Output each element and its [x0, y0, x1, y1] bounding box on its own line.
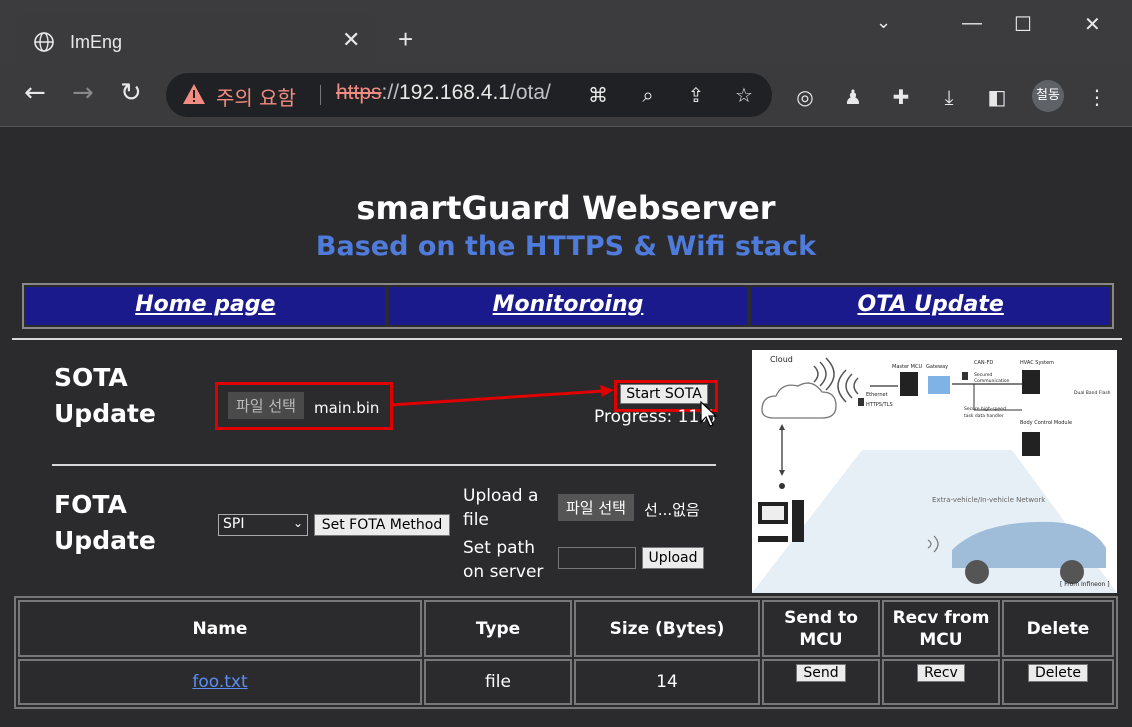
url-host: 192.168.4.1	[399, 81, 510, 104]
diagram-body-control-label: Body Control Module	[1020, 420, 1072, 426]
minimize-button[interactable]: —	[962, 12, 982, 35]
col-type: Type	[424, 600, 572, 657]
diagram-secure-high-speed-label: Secure high-speed	[964, 406, 1006, 412]
fota-file-chooser-button[interactable]: 파일 선택	[558, 494, 634, 521]
download-icon[interactable]: ⤓	[936, 84, 962, 110]
share-icon[interactable]: ⇪	[684, 83, 708, 107]
col-size: Size (Bytes)	[574, 600, 760, 657]
diagram-communication-label: Communication	[974, 378, 1010, 384]
menu-kebab-icon[interactable]: ⋮	[1084, 84, 1110, 110]
extensions-icon[interactable]: ✚	[888, 84, 914, 110]
col-recv: Recv from MCU	[882, 600, 1000, 657]
arrow-annotation	[390, 385, 614, 407]
divider	[12, 338, 1122, 340]
col-name: Name	[18, 600, 422, 657]
address-divider	[320, 85, 321, 105]
cell-recv: Recv	[882, 659, 1000, 705]
table-header-row: Name Type Size (Bytes) Send to MCU Recv …	[18, 600, 1114, 657]
server-path-label: Set path on server	[463, 538, 544, 582]
diagram-ethernet-label: Ethernet	[866, 392, 888, 398]
sota-progress: Progress: 11%	[594, 407, 716, 427]
nav-bar: Home page Monitoroing OTA Update	[22, 283, 1114, 329]
bookmark-star-icon[interactable]: ☆	[732, 83, 756, 107]
tab-title: ImEng	[70, 32, 123, 52]
file-link[interactable]: foo.txt	[192, 672, 247, 692]
sota-file-name: main.bin	[314, 399, 380, 417]
cell-name: foo.txt	[18, 659, 422, 705]
diagram-https-label: HTTPS/TLS	[866, 402, 893, 408]
start-sota-button[interactable]: Start SOTA	[620, 384, 708, 404]
cell-size: 14	[574, 659, 760, 705]
fota-title: FOTA Update	[54, 490, 156, 555]
diagram-gateway-label: Gateway	[926, 364, 948, 370]
set-fota-method-button[interactable]: Set FOTA Method	[314, 514, 450, 536]
address-bar[interactable]: 주의 요함 https://192.168.4.1/ota/ ⌘ ⌕ ⇪ ☆	[166, 73, 772, 117]
cell-type: file	[424, 659, 572, 705]
fota-method-select[interactable]: SPI ⌄	[218, 514, 308, 536]
browser-tab[interactable]: ImEng ✕	[16, 14, 376, 66]
col-delete: Delete	[1002, 600, 1114, 657]
diagram-hvac-label: HVAC System	[1020, 360, 1054, 366]
delete-button[interactable]: Delete	[1028, 664, 1088, 682]
fota-no-file-text: 선...없음	[644, 501, 700, 519]
diagram-task-handler-label: task data handler	[964, 413, 1004, 419]
diagram-master-mcu-label: Master MCU	[892, 364, 922, 370]
window-close-button[interactable]: ✕	[1084, 12, 1101, 37]
warning-icon	[183, 84, 205, 104]
extension-goggles-icon[interactable]: ◎	[792, 84, 818, 110]
page-title: smartGuard Webserver	[356, 189, 776, 227]
zoom-icon[interactable]: ⌕	[636, 83, 660, 107]
diagram-source-label: [ From Infineon ]	[1060, 581, 1110, 588]
new-tab-button[interactable]: +	[398, 24, 413, 55]
files-table: Name Type Size (Bytes) Send to MCU Recv …	[14, 596, 1118, 709]
recv-button[interactable]: Recv	[917, 664, 965, 682]
fota-method-value: SPI	[223, 516, 245, 532]
maximize-button[interactable]: ☐	[1014, 12, 1032, 37]
page-content: smartGuard Webserver Based on the HTTPS …	[0, 127, 1132, 727]
cell-delete: Delete	[1002, 659, 1114, 705]
mouse-cursor-icon	[700, 401, 718, 427]
table-row: foo.txt file 14 Send Recv Delete	[18, 659, 1114, 705]
diagram-cloud-label: Cloud	[770, 355, 793, 364]
security-warning-text[interactable]: 주의 요함	[216, 82, 296, 111]
sota-title: SOTA Update	[54, 363, 156, 428]
browser-toolbar: ← → ↻ 주의 요함 https://192.168.4.1/ota/ ⌘ ⌕…	[0, 64, 1132, 127]
nav-ota-update-link[interactable]: OTA Update	[751, 287, 1111, 325]
extension-spy-icon[interactable]: ♟	[840, 84, 866, 110]
col-send: Send to MCU	[762, 600, 880, 657]
server-path-input[interactable]	[558, 547, 636, 569]
upload-button[interactable]: Upload	[642, 547, 704, 569]
globe-icon	[34, 32, 54, 52]
nav-monitoring-link[interactable]: Monitoroing	[388, 287, 748, 325]
upload-file-label: Upload a file	[463, 486, 539, 530]
url-scheme: https	[336, 81, 382, 104]
diagram-network-label: Extra-vehicle/In-vehicle Network	[932, 496, 1046, 504]
send-button[interactable]: Send	[796, 664, 846, 682]
diagram-secured-label: Secured	[974, 372, 992, 378]
url-path: /ota/	[509, 81, 551, 104]
cell-send: Send	[762, 659, 880, 705]
back-icon[interactable]: ←	[24, 78, 46, 108]
nav-home-link[interactable]: Home page	[26, 287, 385, 325]
tab-search-icon[interactable]: ⌄	[876, 12, 891, 33]
chevron-down-icon: ⌄	[292, 516, 303, 530]
section-divider	[52, 464, 716, 466]
sota-file-chooser-button[interactable]: 파일 선택	[228, 392, 304, 419]
url-separator: ://	[381, 81, 400, 104]
diagram-graphic: Cloud Ethernet HTTPS/TLS Master MCU Gate…	[752, 355, 1117, 593]
diagram-dual-band-label: Dual Band Flash	[1074, 390, 1111, 396]
url-text[interactable]: https://192.168.4.1/ota/	[336, 81, 551, 105]
profile-avatar[interactable]: 철동	[1032, 80, 1064, 112]
tab-close-icon[interactable]: ✕	[342, 28, 360, 53]
translate-icon[interactable]: ⌘	[586, 83, 610, 107]
side-panel-icon[interactable]: ◧	[984, 84, 1010, 110]
tab-strip: ImEng ✕ + ⌄ — ☐ ✕	[0, 0, 1132, 66]
diagram-canfd-label: CAN-FD	[974, 360, 993, 366]
architecture-diagram: Cloud Ethernet HTTPS/TLS Master MCU Gate…	[752, 350, 1117, 593]
forward-icon[interactable]: →	[72, 78, 94, 108]
page-subtitle: Based on the HTTPS & Wifi stack	[315, 231, 817, 262]
reload-icon[interactable]: ↻	[120, 78, 142, 108]
